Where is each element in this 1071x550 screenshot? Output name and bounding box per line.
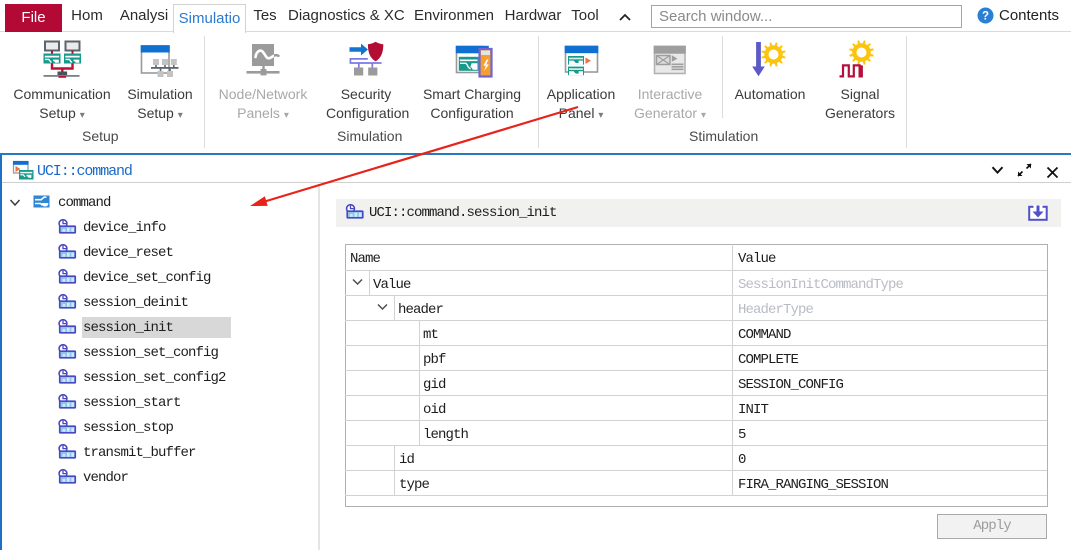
svg-text:?: ?: [982, 11, 989, 23]
